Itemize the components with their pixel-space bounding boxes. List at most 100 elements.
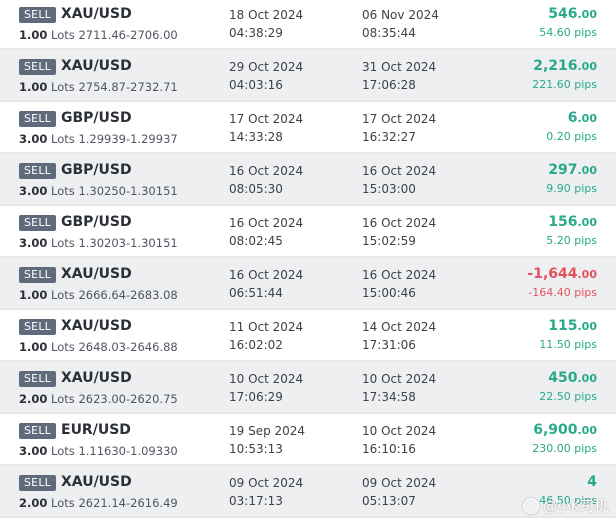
close-time: 08:35:44 bbox=[362, 26, 416, 40]
profit-value: 115.00 bbox=[548, 318, 597, 334]
side-badge: SELL bbox=[19, 267, 56, 283]
close-time: 15:00:46 bbox=[362, 286, 416, 300]
open-time: 16:02:02 bbox=[229, 338, 283, 352]
price-range: 2666.64-2683.08 bbox=[78, 288, 178, 302]
close-date: 16 Oct 2024 bbox=[362, 216, 437, 230]
profit-value: 6,900.00 bbox=[533, 422, 597, 438]
symbol-label: EUR/USD bbox=[61, 422, 131, 438]
pips-value: 22.50 pips bbox=[539, 390, 597, 403]
side-badge: SELL bbox=[19, 319, 56, 335]
open-time: 04:38:29 bbox=[229, 26, 283, 40]
profit-value: 2,216.00 bbox=[533, 58, 597, 74]
profit-integer: -1,644 bbox=[527, 266, 578, 282]
close-time: 15:02:59 bbox=[362, 234, 416, 248]
trade-row[interactable]: SELL XAU/USD 2.00 Lots 2623.00-2620.75 1… bbox=[0, 362, 616, 414]
profit-decimal: .00 bbox=[577, 268, 598, 281]
lots-unit: Lots bbox=[51, 132, 75, 146]
close-date: 10 Oct 2024 bbox=[362, 372, 437, 386]
open-time: 17:06:29 bbox=[229, 390, 283, 404]
profit-decimal: .00 bbox=[577, 164, 598, 177]
price-range: 2623.00-2620.75 bbox=[78, 392, 178, 406]
close-date: 09 Oct 2024 bbox=[362, 476, 437, 490]
open-date: 19 Sep 2024 bbox=[229, 424, 306, 438]
symbol-label: GBP/USD bbox=[61, 162, 132, 178]
lots-quantity: 3.00 bbox=[19, 444, 48, 458]
profit-decimal: .00 bbox=[577, 372, 598, 385]
lots-unit: Lots bbox=[51, 80, 75, 94]
profit-value: -1,644.00 bbox=[527, 266, 597, 282]
close-time: 05:13:07 bbox=[362, 494, 416, 508]
open-date: 17 Oct 2024 bbox=[229, 112, 304, 126]
close-date: 17 Oct 2024 bbox=[362, 112, 437, 126]
symbol-label: GBP/USD bbox=[61, 110, 132, 126]
trade-row[interactable]: SELL XAU/USD 1.00 Lots 2666.64-2683.08 1… bbox=[0, 258, 616, 310]
price-range: 2711.46-2706.00 bbox=[78, 28, 178, 42]
close-date: 16 Oct 2024 bbox=[362, 268, 437, 282]
profit-decimal: .00 bbox=[577, 424, 598, 437]
open-time: 06:51:44 bbox=[229, 286, 283, 300]
pips-value: 9.90 pips bbox=[546, 182, 597, 195]
price-range: 1.11630-1.09330 bbox=[78, 444, 178, 458]
close-time: 16:32:27 bbox=[362, 130, 416, 144]
watermark-text: @小K司机 bbox=[542, 499, 608, 515]
side-badge: SELL bbox=[19, 59, 56, 75]
close-time: 17:34:58 bbox=[362, 390, 416, 404]
price-range: 1.29939-1.29937 bbox=[78, 132, 178, 146]
lots-unit: Lots bbox=[51, 392, 75, 406]
lots-prices: 1.00 Lots 2666.64-2683.08 bbox=[19, 288, 178, 302]
profit-integer: 297 bbox=[548, 162, 578, 178]
profit-integer: 6,900 bbox=[533, 422, 578, 438]
pips-value: 230.00 pips bbox=[532, 442, 597, 455]
side-badge: SELL bbox=[19, 475, 56, 491]
side-badge: SELL bbox=[19, 111, 56, 127]
symbol-label: XAU/USD bbox=[61, 266, 132, 282]
trade-row[interactable]: SELL EUR/USD 3.00 Lots 1.11630-1.09330 1… bbox=[0, 414, 616, 466]
close-date: 16 Oct 2024 bbox=[362, 164, 437, 178]
profit-value: 297.00 bbox=[548, 162, 597, 178]
lots-prices: 2.00 Lots 2621.14-2616.49 bbox=[19, 496, 178, 510]
profit-integer: 156 bbox=[548, 214, 578, 230]
lots-unit: Lots bbox=[51, 184, 75, 198]
lots-quantity: 2.00 bbox=[19, 392, 48, 406]
profit-integer: 2,216 bbox=[533, 58, 578, 74]
trade-row[interactable]: SELL XAU/USD 1.00 Lots 2711.46-2706.00 1… bbox=[0, 0, 616, 50]
close-date: 14 Oct 2024 bbox=[362, 320, 437, 334]
symbol-label: XAU/USD bbox=[61, 6, 132, 22]
profit-decimal: .00 bbox=[577, 8, 598, 21]
profit-value: 156.00 bbox=[548, 214, 597, 230]
close-time: 17:31:06 bbox=[362, 338, 416, 352]
trade-row[interactable]: SELL XAU/USD 1.00 Lots 2754.87-2732.71 2… bbox=[0, 50, 616, 102]
profit-decimal: .00 bbox=[577, 60, 598, 73]
lots-prices: 3.00 Lots 1.29939-1.29937 bbox=[19, 132, 178, 146]
lots-prices: 3.00 Lots 1.11630-1.09330 bbox=[19, 444, 178, 458]
lots-unit: Lots bbox=[51, 444, 75, 458]
profit-value: 6.00 bbox=[568, 110, 597, 126]
trade-row[interactable]: SELL GBP/USD 3.00 Lots 1.29939-1.29937 1… bbox=[0, 102, 616, 154]
watermark: @小K司机 bbox=[522, 496, 608, 516]
lots-quantity: 1.00 bbox=[19, 80, 48, 94]
open-time: 10:53:13 bbox=[229, 442, 283, 456]
lots-unit: Lots bbox=[51, 496, 75, 510]
close-time: 15:03:00 bbox=[362, 182, 416, 196]
trade-row[interactable]: SELL XAU/USD 1.00 Lots 2648.03-2646.88 1… bbox=[0, 310, 616, 362]
profit-value: 546.00 bbox=[548, 6, 597, 22]
profit-integer: 546 bbox=[548, 6, 578, 22]
lots-prices: 1.00 Lots 2754.87-2732.71 bbox=[19, 80, 178, 94]
lots-quantity: 3.00 bbox=[19, 236, 48, 250]
open-date: 16 Oct 2024 bbox=[229, 268, 304, 282]
price-range: 2754.87-2732.71 bbox=[78, 80, 178, 94]
lots-quantity: 1.00 bbox=[19, 340, 48, 354]
trade-row[interactable]: SELL GBP/USD 3.00 Lots 1.30203-1.30151 1… bbox=[0, 206, 616, 258]
trade-row[interactable]: SELL GBP/USD 3.00 Lots 1.30250-1.30151 1… bbox=[0, 154, 616, 206]
open-time: 08:02:45 bbox=[229, 234, 283, 248]
pips-value: 11.50 pips bbox=[539, 338, 597, 351]
profit-value: 4 bbox=[587, 474, 597, 490]
lots-unit: Lots bbox=[51, 236, 75, 250]
lots-unit: Lots bbox=[51, 340, 75, 354]
open-time: 03:17:13 bbox=[229, 494, 283, 508]
lots-unit: Lots bbox=[51, 288, 75, 302]
symbol-label: XAU/USD bbox=[61, 474, 132, 490]
profit-decimal: .00 bbox=[577, 216, 598, 229]
close-date: 10 Oct 2024 bbox=[362, 424, 437, 438]
side-badge: SELL bbox=[19, 163, 56, 179]
